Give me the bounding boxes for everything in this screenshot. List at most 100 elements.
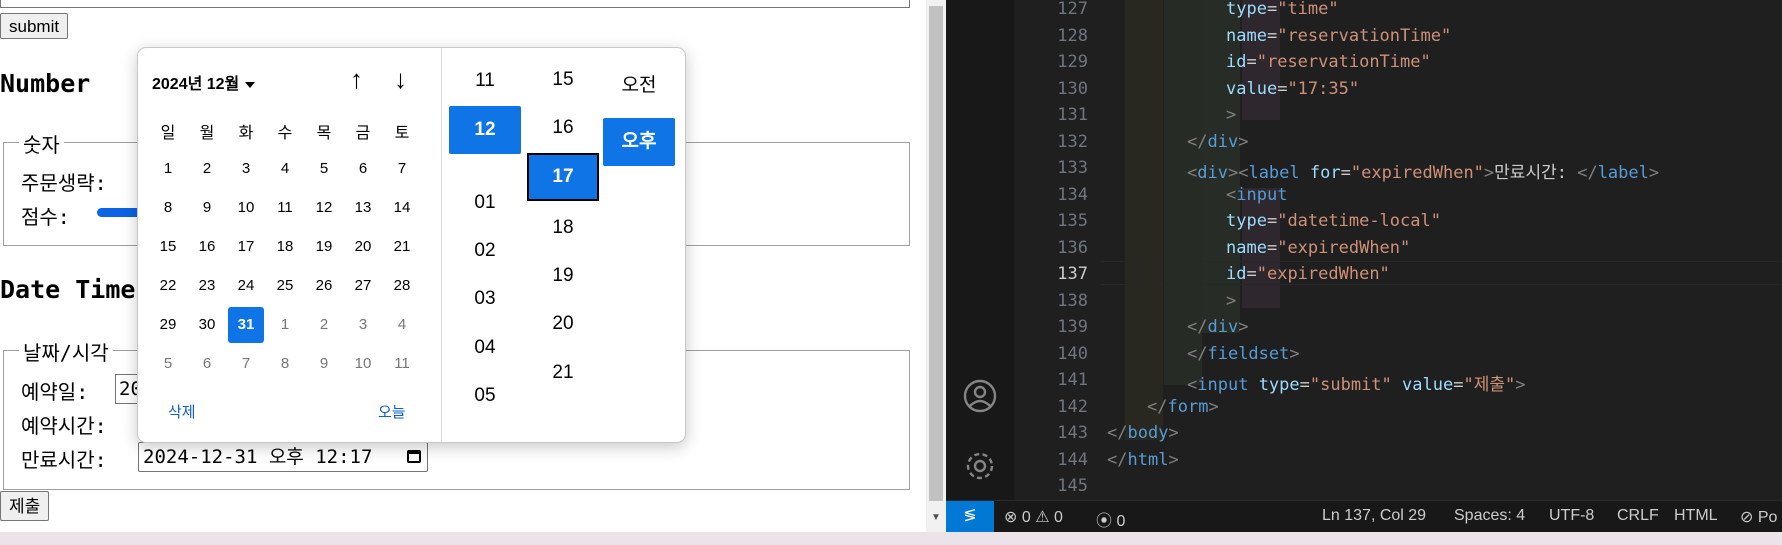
calendar-day[interactable]: 26 (306, 268, 342, 304)
code-line[interactable]: name="reservationTime" (1226, 26, 1451, 46)
notifications[interactable]: ⊘ Po (1740, 507, 1777, 527)
hour-option[interactable]: 02 (449, 227, 521, 275)
code-line[interactable]: type="datetime-local" (1226, 211, 1441, 231)
calendar-day[interactable]: 25 (267, 268, 303, 304)
hour-option[interactable]: 04 (449, 324, 521, 372)
line-ending[interactable]: CRLF (1617, 507, 1659, 525)
calendar-day[interactable]: 16 (189, 229, 225, 265)
errors-indicator[interactable]: ⊗ 0 ⚠ 0 (1004, 507, 1063, 527)
hour-column[interactable]: 11 12 01 02 03 04 05 (449, 48, 521, 442)
code-line[interactable]: <div><label for="expiredWhen">만료시간: </la… (1187, 158, 1659, 183)
hour-option[interactable]: 03 (449, 275, 521, 323)
calendar-day[interactable]: 2 (306, 307, 342, 343)
code-line[interactable]: id="reservationTime" (1226, 52, 1431, 72)
previous-month-arrow-icon[interactable]: ↑ (350, 64, 363, 95)
submit-korean-button[interactable]: 제출 (0, 491, 50, 521)
calendar-day[interactable]: 9 (306, 346, 342, 382)
today-button[interactable]: 오늘 (378, 401, 406, 422)
minute-option[interactable]: 17 (527, 153, 599, 201)
calendar-day[interactable]: 31 (228, 307, 264, 343)
calendar-day[interactable]: 4 (267, 151, 303, 187)
clear-button[interactable]: 삭제 (168, 401, 196, 422)
ampm-option[interactable]: 오후 (603, 118, 675, 166)
minute-option[interactable]: 21 (527, 349, 599, 397)
hour-option[interactable]: 05 (449, 372, 521, 420)
code-line[interactable]: </body> (1107, 423, 1179, 443)
minute-option[interactable]: 20 (527, 300, 599, 348)
hour-option[interactable]: 12 (449, 106, 521, 154)
calendar-day[interactable]: 28 (384, 268, 420, 304)
minute-option[interactable]: 15 (527, 56, 599, 104)
code-line[interactable]: </form> (1147, 397, 1219, 417)
calendar-day[interactable]: 9 (189, 190, 225, 226)
calendar-day[interactable]: 22 (150, 268, 186, 304)
calendar-day[interactable]: 20 (345, 229, 381, 265)
calendar-day[interactable]: 17 (228, 229, 264, 265)
calendar-day[interactable]: 8 (150, 190, 186, 226)
calendar-day[interactable]: 23 (189, 268, 225, 304)
browser-scrollbar[interactable]: ▼ (926, 0, 946, 532)
code-line[interactable]: </html> (1107, 450, 1179, 470)
calendar-day[interactable]: 24 (228, 268, 264, 304)
scroll-down-arrow-icon[interactable]: ▼ (931, 512, 941, 523)
code-line[interactable]: </div> (1187, 132, 1248, 152)
calendar-day[interactable]: 10 (228, 190, 264, 226)
expiry-datetime-input[interactable]: 2024-12-31 오후 12:17 (138, 442, 428, 472)
calendar-day[interactable]: 11 (267, 190, 303, 226)
code-line[interactable]: <input type="submit" value="제출"> (1187, 370, 1525, 395)
score-slider[interactable] (97, 208, 142, 217)
cursor-position[interactable]: Ln 137, Col 29 (1322, 507, 1426, 525)
calendar-day[interactable]: 5 (150, 346, 186, 382)
scrollbar-thumb[interactable] (929, 6, 943, 501)
hour-option[interactable]: 01 (449, 179, 521, 227)
language-mode[interactable]: HTML (1674, 507, 1718, 525)
calendar-day[interactable]: 5 (306, 151, 342, 187)
calendar-day[interactable]: 19 (306, 229, 342, 265)
calendar-day[interactable]: 27 (345, 268, 381, 304)
month-dropdown[interactable]: 2024년 12월 (152, 70, 256, 94)
code-line[interactable]: </div> (1187, 317, 1248, 337)
calendar-day[interactable]: 11 (384, 346, 420, 382)
calendar-day[interactable]: 7 (228, 346, 264, 382)
code-line[interactable]: > (1226, 105, 1236, 125)
previous-input-edge[interactable] (0, 0, 910, 8)
calendar-day[interactable]: 1 (150, 151, 186, 187)
account-icon[interactable] (962, 378, 998, 414)
code-line[interactable]: </fieldset> (1187, 344, 1300, 364)
encoding[interactable]: UTF-8 (1549, 507, 1594, 525)
calendar-day[interactable]: 3 (345, 307, 381, 343)
calendar-day[interactable]: 7 (384, 151, 420, 187)
calendar-day[interactable]: 3 (228, 151, 264, 187)
minute-option[interactable]: 18 (527, 204, 599, 252)
code-line[interactable]: value="17:35" (1226, 79, 1359, 99)
calendar-day[interactable]: 8 (267, 346, 303, 382)
minute-option[interactable]: 19 (527, 252, 599, 300)
code-line[interactable]: id="expiredWhen" (1226, 264, 1390, 284)
calendar-day[interactable]: 14 (384, 190, 420, 226)
calendar-day[interactable]: 12 (306, 190, 342, 226)
code-line[interactable]: <input (1226, 185, 1287, 205)
ampm-option[interactable]: 오전 (603, 62, 675, 110)
remote-icon[interactable]: ≶ (946, 501, 994, 532)
calendar-day[interactable]: 10 (345, 346, 381, 382)
calendar-day[interactable]: 1 (267, 307, 303, 343)
code-line[interactable]: name="expiredWhen" (1226, 238, 1410, 258)
minute-option[interactable]: 16 (527, 104, 599, 152)
calendar-day[interactable]: 13 (345, 190, 381, 226)
minute-column[interactable]: 15 16 17 18 19 20 21 (527, 48, 599, 442)
calendar-icon[interactable] (407, 450, 421, 463)
hour-option[interactable]: 11 (449, 57, 521, 105)
code-line[interactable]: > (1226, 291, 1236, 311)
code-line[interactable]: type="time" (1226, 0, 1339, 19)
gear-icon[interactable] (962, 448, 998, 484)
ports-indicator[interactable]: ⦿ 0 (1096, 507, 1125, 531)
calendar-day[interactable]: 2 (189, 151, 225, 187)
calendar-day[interactable]: 15 (150, 229, 186, 265)
submit-button[interactable]: submit (0, 13, 69, 39)
calendar-day[interactable]: 30 (189, 307, 225, 343)
ampm-column[interactable]: 오전오후 (603, 48, 675, 442)
calendar-day[interactable]: 29 (150, 307, 186, 343)
calendar-day[interactable]: 18 (267, 229, 303, 265)
calendar-day[interactable]: 6 (189, 346, 225, 382)
next-month-arrow-icon[interactable]: ↓ (394, 64, 407, 95)
